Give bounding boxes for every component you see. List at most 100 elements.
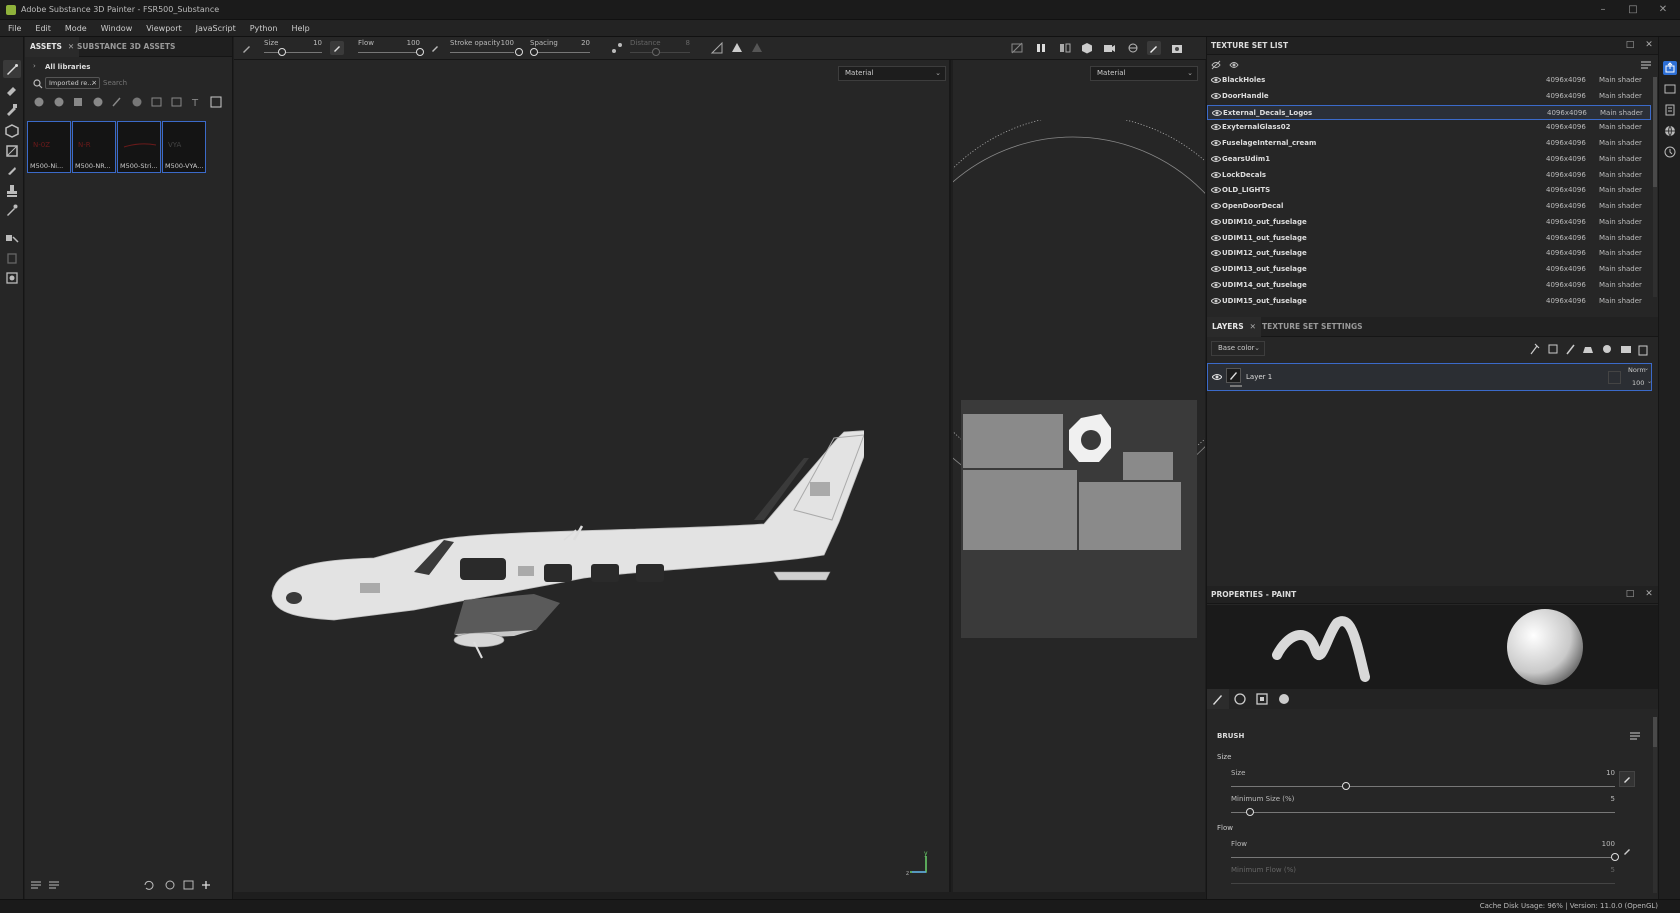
render-icon[interactable] <box>3 269 21 287</box>
distance-slider-handle[interactable] <box>652 48 660 56</box>
tab-layers[interactable]: LAYERS ✕ <box>1207 317 1261 337</box>
visibility-eye-icon[interactable] <box>1211 155 1221 163</box>
texture-set-shader[interactable]: Main shader <box>1600 106 1643 121</box>
smudge-icon[interactable] <box>3 161 21 179</box>
visibility-eye-icon[interactable] <box>1211 123 1221 131</box>
share-icon[interactable] <box>1663 61 1677 75</box>
tab-substance-3d-assets[interactable]: SUBSTANCE 3D ASSETS <box>72 37 180 57</box>
eraser-icon[interactable] <box>3 81 21 99</box>
lazy-mouse-icon[interactable] <box>610 41 624 55</box>
brush-preset-icon[interactable] <box>240 41 254 55</box>
material-picker-icon[interactable] <box>3 229 21 247</box>
texture-set-row[interactable]: UDIM11_out_fuselage 4096x4096 Main shader <box>1207 231 1651 246</box>
channel-dropdown[interactable]: Base color ⌄ <box>1211 341 1265 356</box>
texture-set-row[interactable]: UDIM14_out_fuselage 4096x4096 Main shader <box>1207 278 1651 293</box>
asset-thumbnail[interactable]: M500-Stri... <box>117 121 161 173</box>
visibility-eye-icon[interactable] <box>1211 297 1221 305</box>
chevron-right-icon[interactable]: › <box>33 62 36 70</box>
search-input[interactable] <box>103 77 223 89</box>
float-panel-icon[interactable]: □ <box>1625 589 1635 599</box>
texture-set-shader[interactable]: Main shader <box>1599 168 1642 183</box>
camera-icon[interactable] <box>1102 41 1116 55</box>
distance-slider[interactable] <box>630 52 690 53</box>
section-options-icon[interactable] <box>1629 731 1641 741</box>
environment-icon[interactable] <box>1126 41 1140 55</box>
split-view-icon[interactable] <box>1058 41 1072 55</box>
view2d-channel-dropdown[interactable]: Material ⌄ <box>1090 66 1198 81</box>
flow-slider-handle[interactable] <box>416 48 424 56</box>
visibility-eye-icon[interactable] <box>1211 186 1221 194</box>
view3d-channel-dropdown[interactable]: Material ⌄ <box>838 66 946 81</box>
color-picker-icon[interactable] <box>3 201 21 219</box>
texture-set-row[interactable]: ExyternalGlass02 4096x4096 Main shader <box>1207 120 1651 135</box>
paint-mode-icon[interactable] <box>1147 41 1161 55</box>
menu-viewport[interactable]: Viewport <box>139 20 188 37</box>
visibility-eye-icon[interactable] <box>1211 92 1221 100</box>
texture-set-row[interactable]: OpenDoorDecal 4096x4096 Main shader <box>1207 199 1651 214</box>
visibility-eye-icon[interactable] <box>1211 249 1221 257</box>
texture-set-shader[interactable]: Main shader <box>1599 120 1642 135</box>
texture-set-row[interactable]: LockDecals 4096x4096 Main shader <box>1207 168 1651 183</box>
texture-set-shader[interactable]: Main shader <box>1599 73 1642 88</box>
visibility-eye-icon[interactable] <box>1211 171 1221 179</box>
close-panel-icon[interactable]: ✕ <box>1644 589 1654 599</box>
texture-set-scrollbar[interactable] <box>1653 77 1657 297</box>
viewport-3d[interactable]: Material ⌄ y z <box>234 60 951 892</box>
spacing-slider[interactable] <box>530 52 590 53</box>
close-tab-icon[interactable]: ✕ <box>1250 322 1256 331</box>
display-settings-icon[interactable] <box>1663 82 1677 96</box>
brush-size-slider-handle[interactable] <box>1342 782 1351 790</box>
brush-flow-slider[interactable] <box>1231 857 1615 858</box>
menu-mode[interactable]: Mode <box>58 20 94 37</box>
menu-help[interactable]: Help <box>284 20 316 37</box>
cube-view-icon[interactable] <box>1080 41 1094 55</box>
pause-icon[interactable] <box>1034 41 1048 55</box>
projection-icon[interactable] <box>3 101 21 119</box>
asset-thumbnail[interactable]: N-0Z M500-Ni... <box>27 121 71 173</box>
float-panel-icon[interactable]: □ <box>1625 40 1635 50</box>
visibility-eye-icon[interactable] <box>1211 76 1221 84</box>
tab-texture-set-settings[interactable]: TEXTURE SET SETTINGS <box>1257 317 1368 337</box>
symmetry-icon[interactable] <box>730 41 744 55</box>
list-options-icon[interactable] <box>1640 59 1652 71</box>
airplane-model[interactable] <box>264 420 864 660</box>
remove-filter-icon[interactable]: ✕ <box>92 78 97 88</box>
flow-pressure-icon[interactable] <box>428 41 442 55</box>
visibility-eye-icon[interactable] <box>1211 139 1221 147</box>
viewport-2d[interactable]: Material ⌄ <box>953 60 1205 892</box>
texture-set-shader[interactable]: Main shader <box>1599 262 1642 277</box>
layer-name[interactable]: Layer 1 <box>1246 373 1272 381</box>
texture-set-shader[interactable]: Main shader <box>1599 231 1642 246</box>
texture-set-shader[interactable]: Main shader <box>1599 199 1642 214</box>
polygon-fill-icon[interactable] <box>3 142 21 160</box>
texture-set-shader[interactable]: Main shader <box>1599 246 1642 261</box>
min-size-slider-handle[interactable] <box>1246 808 1255 816</box>
hide-icon[interactable] <box>1010 41 1024 55</box>
stroke-opacity-slider[interactable] <box>450 52 514 53</box>
visibility-eye-icon[interactable] <box>1211 234 1221 242</box>
stroke-opacity-slider-handle[interactable] <box>515 48 523 56</box>
paint-brush-icon[interactable] <box>3 60 21 78</box>
texture-set-row[interactable]: External_Decals_Logos 4096x4096 Main shade… <box>1207 104 1651 121</box>
spacing-slider-handle[interactable] <box>530 48 538 56</box>
size-pressure-icon[interactable] <box>1619 771 1635 787</box>
menu-edit[interactable]: Edit <box>28 20 58 37</box>
menu-javascript[interactable]: JavaScript <box>189 20 243 37</box>
layer-opacity[interactable]: 100 <box>1632 379 1644 387</box>
texture-set-shader[interactable]: Main shader <box>1599 278 1642 293</box>
layer-row[interactable]: Layer 1 Norm ⌄ 100 ⌄ <box>1207 363 1652 391</box>
visibility-eye-icon[interactable] <box>1211 202 1221 210</box>
close-panel-icon[interactable]: ✕ <box>1644 40 1654 50</box>
pen-pressure-icon[interactable] <box>330 41 344 55</box>
flow-slider[interactable] <box>358 52 420 53</box>
filter-chip[interactable]: Imported re... ✕ <box>45 77 100 89</box>
menu-file[interactable]: File <box>0 20 28 37</box>
size-slider[interactable] <box>264 52 322 53</box>
screenshot-icon[interactable] <box>1170 41 1184 55</box>
texture-set-shader[interactable]: Main shader <box>1599 89 1642 104</box>
texture-set-row[interactable]: BlackHoles 4096x4096 Main shader <box>1207 73 1651 88</box>
asset-thumbnail[interactable]: N-R M500-NR... <box>72 121 116 173</box>
flow-pressure-icon[interactable] <box>1621 845 1633 857</box>
uv-texture-canvas[interactable] <box>961 400 1197 638</box>
brush-flow-slider-handle[interactable] <box>1611 853 1619 861</box>
